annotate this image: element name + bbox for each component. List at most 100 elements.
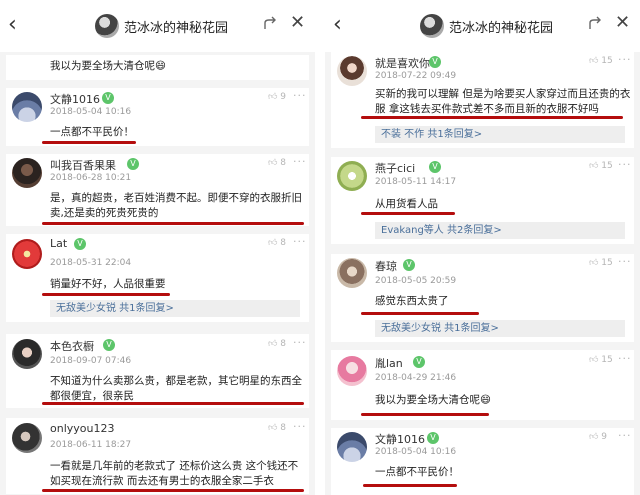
top-bar: ‹ 范冰冰的神秘花园 ✕ [0,0,315,52]
avatar[interactable] [337,356,367,386]
verified-badge: V [427,432,439,444]
more-dots-icon[interactable]: ··· [293,235,307,248]
like-button[interactable]: 👍︎ 15 [589,161,613,171]
like-button[interactable]: 👍︎ 9 [268,92,286,102]
username[interactable]: Lat [50,237,67,250]
comment-time: 2018-05-04 10:16 [50,107,132,117]
red-underline [363,484,457,487]
more-dots-icon[interactable]: ··· [618,255,632,268]
username[interactable]: 就是喜欢你 [375,55,430,71]
like-button[interactable]: 👍︎ 8 [268,339,286,349]
like-count: 15 [601,355,613,365]
more-dots-icon[interactable]: ··· [293,155,307,168]
comment-text: 买新的我可以理解 但是为啥要买人家穿过而且还贵的衣服 拿这钱去买件款式差不多而且… [375,88,631,115]
comment-item[interactable]: 燕子cici V 2018-05-11 14:17 👍︎ 15 ··· 从用货看… [331,157,634,244]
comment-text: 从用货看人品 [375,198,438,210]
reply-summary-link[interactable]: 无敌美少女锐 共1条回复> [375,320,625,337]
avatar[interactable] [12,423,42,453]
username[interactable]: 本色衣橱 [50,338,94,354]
red-underline [42,489,304,492]
chevron-left-icon[interactable]: ‹ [333,14,342,36]
verified-badge: V [403,259,415,271]
right-screenshot: ‹ 范冰冰的神秘花园 ✕ 就是喜欢你 V 2018-07-22 09:49 👍︎… [325,0,640,495]
comment-time: 2018-05-04 10:16 [375,447,457,457]
reply-summary-link[interactable]: 不装 不作 共1条回复> [375,126,625,143]
close-icon[interactable]: ✕ [290,13,305,33]
like-button[interactable]: 👍︎ 8 [268,238,286,248]
avatar[interactable] [12,158,42,188]
comment-time: 2018-05-11 14:17 [375,177,457,187]
comment-time: 2018-05-31 22:04 [50,258,132,268]
more-dots-icon[interactable]: ··· [618,53,632,66]
red-underline [42,141,136,144]
group-avatar[interactable] [95,14,119,38]
group-avatar[interactable] [420,14,444,38]
comment-time: 2018-09-07 07:46 [50,356,132,366]
comment-item[interactable]: 本色衣橱 V 2018-09-07 07:46 👍︎ 8 ··· 不知道为什么卖… [6,334,309,408]
comment-item[interactable]: 就是喜欢你 V 2018-07-22 09:49 👍︎ 15 ··· 买新的我可… [331,52,634,148]
like-button[interactable]: 👍︎ 15 [589,355,613,365]
more-dots-icon[interactable]: ··· [293,89,307,102]
username[interactable]: 文静1016 [50,91,100,107]
share-icon[interactable] [586,14,606,34]
share-icon[interactable] [261,14,281,34]
more-dots-icon[interactable]: ··· [618,429,632,442]
like-button[interactable]: 👍︎ 15 [589,56,613,66]
verified-badge: V [102,92,114,104]
verified-badge: V [429,161,441,173]
reply-summary-link[interactable]: 无敌美少女锐 共1条回复> [50,300,300,317]
like-button[interactable]: 👍︎ 8 [268,423,286,433]
username[interactable]: 燕子cici [375,160,415,176]
avatar[interactable] [12,339,42,369]
username[interactable]: 文静1016 [375,431,425,447]
like-count: 15 [601,56,613,66]
verified-badge: V [413,356,425,368]
comment-text: 我以为要全场大清仓呢😄 [50,60,166,72]
top-bar: ‹ 范冰冰的神秘花园 ✕ [325,0,640,52]
like-button[interactable]: 👍︎ 9 [589,432,607,442]
comment-text: 一看就是几年前的老款式了 还标价这么贵 这个钱还不如买现在流行款 而去还有男士的… [50,460,299,487]
comment-time: 2018-04-29 21:46 [375,373,457,383]
comment-text: 销量好不好，人品很重要 [50,278,166,290]
comment-time: 2018-07-22 09:49 [375,71,457,81]
username[interactable]: 春琼 [375,258,397,274]
red-underline [361,116,623,119]
comment-item[interactable]: 胤lan V 2018-04-29 21:46 👍︎ 15 ··· 我以为要全场… [331,350,634,420]
like-count: 9 [601,432,608,442]
red-underline [42,402,304,405]
more-dots-icon[interactable]: ··· [618,352,632,365]
avatar[interactable] [337,258,367,288]
verified-badge: V [103,339,115,351]
username[interactable]: 胤lan [375,355,403,371]
comment-item[interactable]: Lat V 2018-05-31 22:04 👍︎ 8 ··· 销量好不好，人品… [6,234,309,322]
more-dots-icon[interactable]: ··· [293,420,307,433]
close-icon[interactable]: ✕ [615,13,630,33]
reply-summary-link[interactable]: Evakang等人 共2条回复> [375,222,625,239]
verified-badge: V [127,158,139,170]
like-button[interactable]: 👍︎ 15 [589,258,613,268]
avatar[interactable] [337,432,367,462]
chevron-left-icon[interactable]: ‹ [8,14,17,36]
like-count: 9 [280,92,287,102]
avatar[interactable] [337,161,367,191]
comment-text: 是，真的超贵，老百姓消费不起。即便不穿的衣服折旧卖,还是卖的死贵死贵的 [50,192,302,219]
avatar[interactable] [12,92,42,122]
username[interactable]: 叫我百香果果 [50,157,116,173]
verified-badge: V [429,56,441,68]
comment-text: 一点都不平民价！ [375,466,459,478]
avatar[interactable] [337,56,367,86]
like-button[interactable]: 👍︎ 8 [268,158,286,168]
like-count: 8 [280,423,287,433]
avatar[interactable] [12,239,42,269]
comment-item[interactable]: 文静1016 V 2018-05-04 10:16 👍︎ 9 ··· 一点都不平… [6,88,309,146]
red-underline [361,312,479,315]
more-dots-icon[interactable]: ··· [618,158,632,171]
comment-item[interactable]: 叫我百香果果 V 2018-06-28 10:21 👍︎ 8 ··· 是，真的超… [6,154,309,226]
comment-time: 2018-06-11 18:27 [50,440,132,450]
comment-text: 不知道为什么卖那么贵，都是老款，其它明星的东西全都很便宜，很亲民 [50,375,302,402]
comment-text: 我以为要全场大清仓呢😄 [375,394,491,406]
username[interactable]: onlyyou123 [50,422,114,435]
comment-item[interactable]: onlyyou123 2018-06-11 18:27 👍︎ 8 ··· 一看就… [6,418,309,494]
comment-item[interactable]: 春琼 V 2018-05-05 20:59 👍︎ 15 ··· 感觉东西太贵了 … [331,254,634,342]
more-dots-icon[interactable]: ··· [293,336,307,349]
